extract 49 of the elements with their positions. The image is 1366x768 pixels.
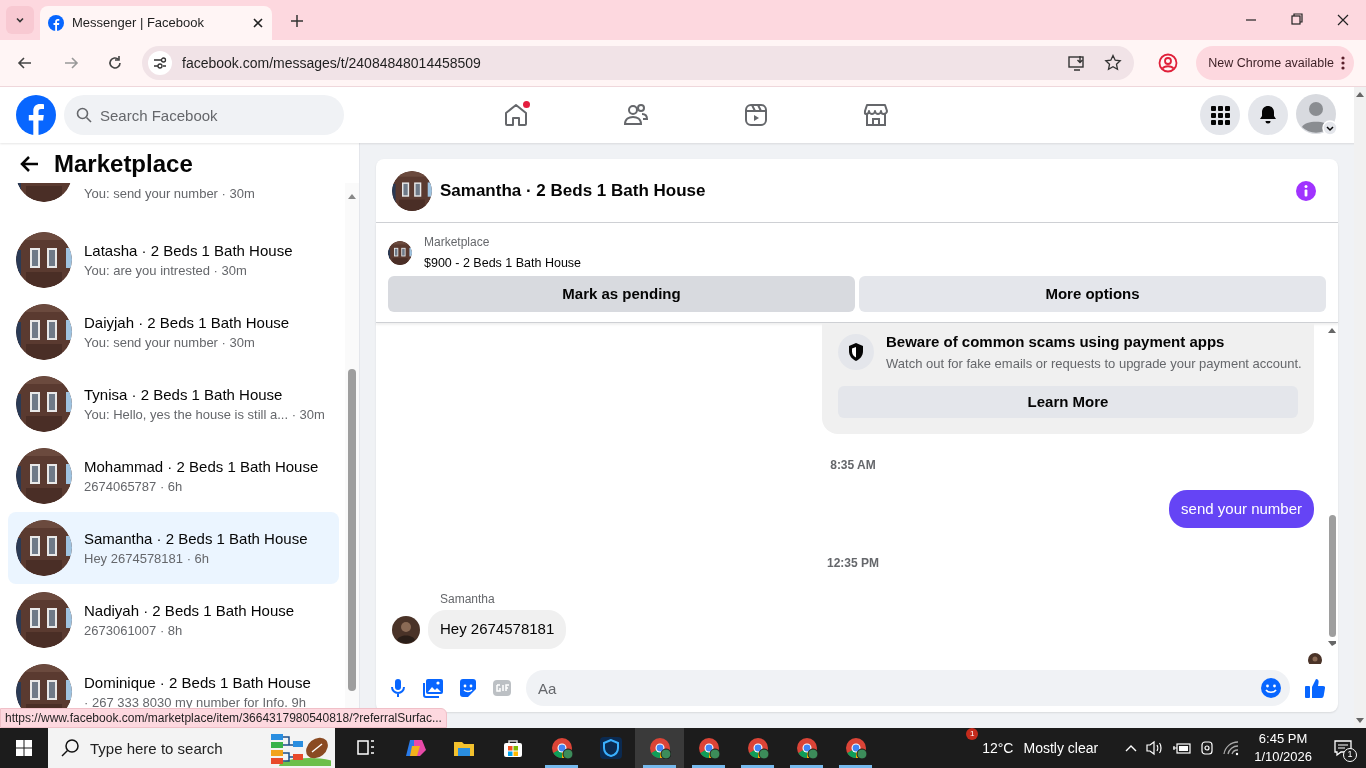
conversation-item[interactable]: Samantha · 2 Beds 1 Bath House Hey 2674578181 · 6h xyxy=(8,512,339,584)
message-preview: You: send your number · 30m xyxy=(84,186,255,202)
timestamp: 12:35 PM xyxy=(827,555,879,573)
sender-name: Samantha xyxy=(440,591,496,609)
update-chrome-button[interactable]: New Chrome available xyxy=(1196,46,1354,80)
conversation-item[interactable]: Daiyjah · 2 Beds 1 Bath House You: send your number · 30m xyxy=(8,296,339,368)
action-button[interactable]: More options xyxy=(859,275,1326,312)
temperature: 12°C xyxy=(982,738,1014,758)
message-preview: You: Hello, yes the house is still a... · 30m xyxy=(84,406,325,423)
message-preview: 2674065787 · 6h xyxy=(84,478,184,495)
clock-date: 1/10/2026 xyxy=(1254,748,1312,766)
notification-center-button[interactable]: 1 xyxy=(1320,728,1366,768)
conversation-item[interactable]: Latasha · 2 Beds 1 Bath House You: are you intrested · 30m xyxy=(8,224,339,296)
search-field[interactable]: Search Facebook xyxy=(64,95,344,135)
conversation-name: Daiyjah · 2 Beds 1 Bath House xyxy=(84,313,290,332)
notice-text: Watch out for fake emails or requests to upgrade your payment account. xyxy=(886,355,1302,374)
outgoing-message: send your number xyxy=(1169,489,1314,529)
listing-label: Marketplace xyxy=(424,234,491,251)
clock-time: 6:45 PM xyxy=(1258,730,1308,748)
learn-more-button[interactable]: Learn More xyxy=(838,385,1298,418)
conversation-name: Tynisa · 2 Beds 1 Bath House xyxy=(84,385,284,404)
sidebar-title: Marketplace xyxy=(54,149,193,179)
conversation-name: Latasha · 2 Beds 1 Bath House xyxy=(84,241,293,260)
timestamp: 8:35 AM xyxy=(830,456,876,474)
conversation-name: Mohammad · 2 Beds 1 Bath House xyxy=(84,457,319,476)
conversation-name: Samantha · 2 Beds 1 Bath House xyxy=(84,529,308,548)
notice-title: Beware of common scams using payment apps xyxy=(886,331,1226,352)
conversation-item[interactable]: Mohammad · 2 Beds 1 Bath House 2674065787 · 6h xyxy=(8,440,339,512)
action-button[interactable]: Mark as pending xyxy=(388,275,855,312)
incoming-message: Hey 2674578181 xyxy=(428,610,567,649)
notification-count: 1 xyxy=(1343,748,1357,762)
conversation-item[interactable]: Nadiyah · 2 Beds 1 Bath House 2673061007 · 8h xyxy=(8,584,339,656)
listing-title: $900 - 2 Beds 1 Bath House xyxy=(424,255,582,272)
browser-tab[interactable]: Messenger | Facebook xyxy=(40,6,272,40)
status-url: https://www.facebook.com/marketplace/item/3664317980540818/?referralSurfac... xyxy=(0,708,447,728)
chat-title: Samantha · 2 Beds 1 Bath House xyxy=(440,179,706,202)
message-input[interactable]: Aa xyxy=(526,670,1290,706)
conversation-name: Dominique · 2 Beds 1 Bath House xyxy=(84,673,311,692)
message-preview: You: are you intrested · 30m xyxy=(84,262,248,279)
message-preview: 2673061007 · 8h xyxy=(84,622,184,639)
weather-text: Mostly clear xyxy=(1023,738,1099,758)
conversation-item[interactable]: You: send your number · 30m xyxy=(8,183,339,224)
conversation-name: Nadiyah · 2 Beds 1 Bath House xyxy=(84,601,295,620)
tab-title: Messenger | Facebook xyxy=(72,14,205,33)
message-preview: Hey 2674578181 · 6h xyxy=(84,550,211,567)
url-text: facebook.com/messages/t/24084848014458509 xyxy=(182,53,482,73)
message-preview: You: send your number · 30m xyxy=(84,334,256,351)
address-bar[interactable]: facebook.com/messages/t/24084848014458509 xyxy=(142,46,1135,80)
conversation-item[interactable]: Tynisa · 2 Beds 1 Bath House You: Hello, yes the house is still a... · 30m xyxy=(8,368,339,440)
